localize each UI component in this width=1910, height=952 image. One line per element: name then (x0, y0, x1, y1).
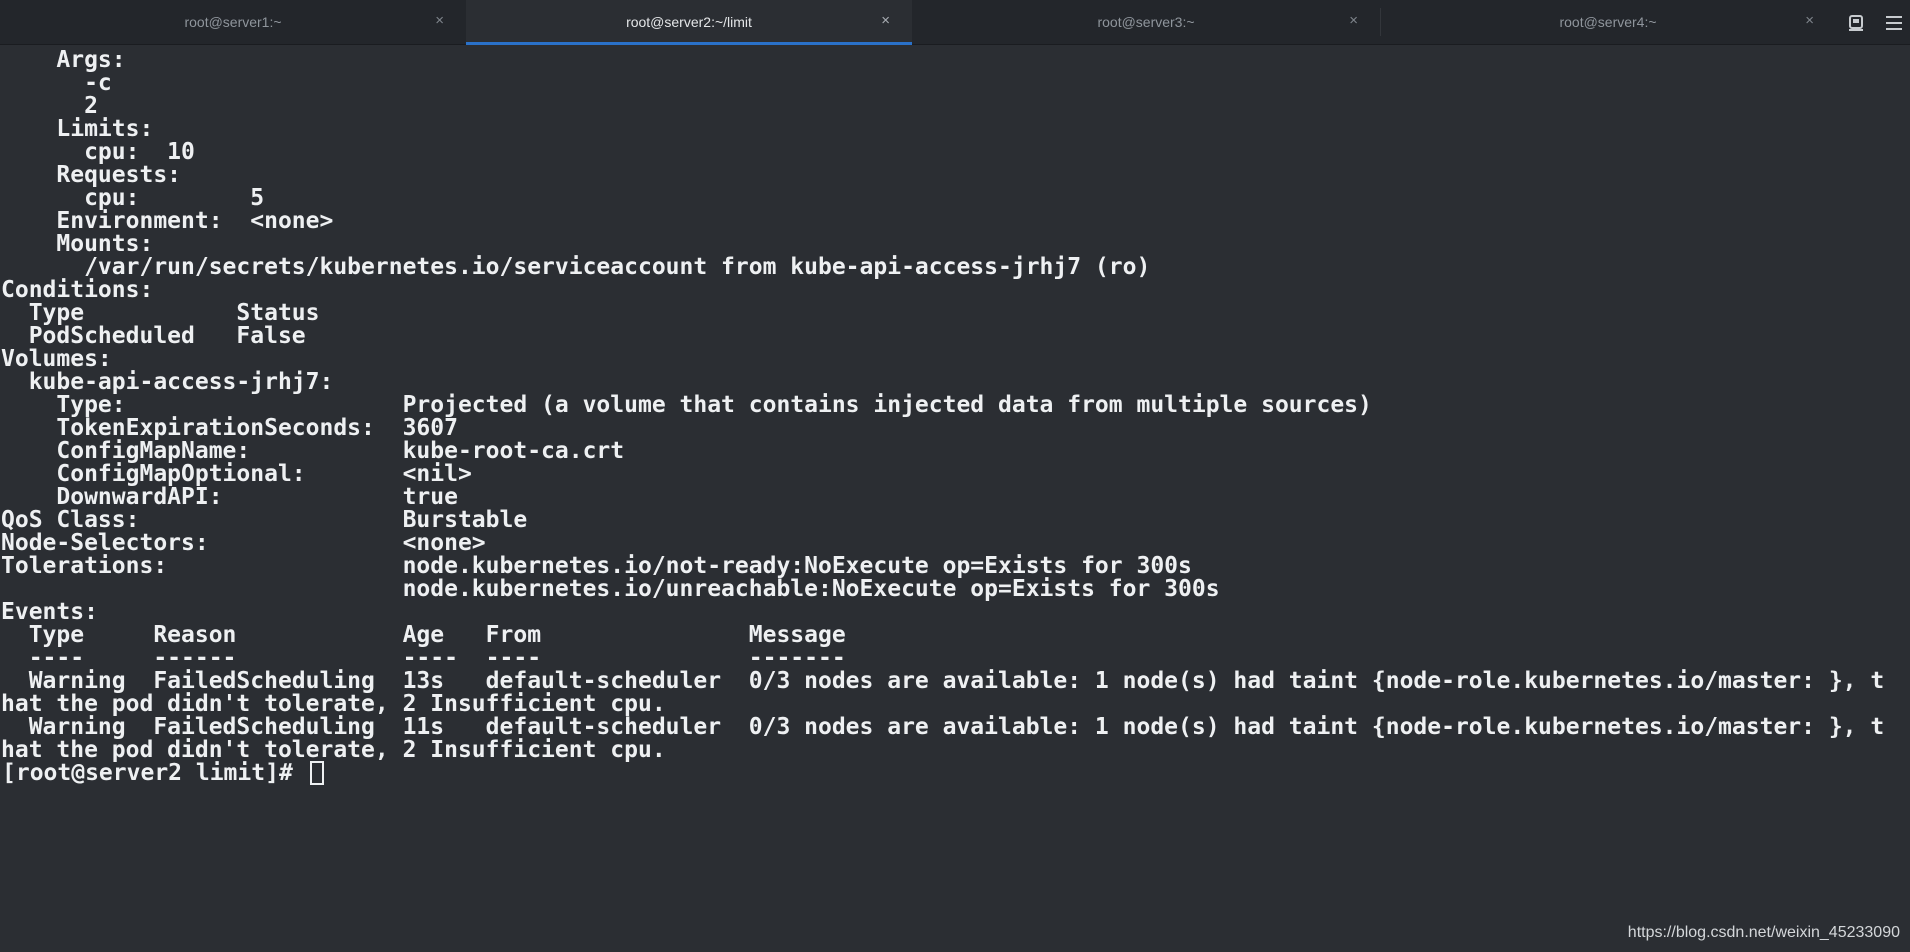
menu-line (1886, 22, 1902, 24)
tab-server1[interactable]: root@server1:~ × (0, 0, 466, 45)
new-tab-icon-glyph (1849, 15, 1863, 31)
tab-server2[interactable]: root@server2:~/limit × (466, 0, 912, 45)
tab-label: root@server3:~ (1097, 14, 1195, 30)
terminal-output[interactable]: Args: -c 2 Limits: cpu: 10 Requests: cpu… (0, 46, 1910, 952)
close-icon[interactable]: × (1349, 12, 1358, 29)
terminal-line: node.kubernetes.io/unreachable:NoExecute… (1, 576, 1220, 602)
text-cursor (310, 761, 324, 785)
tab-label: root@server2:~/limit (626, 14, 752, 30)
tab-server4[interactable]: root@server4:~ × (1380, 0, 1836, 45)
tab-server3[interactable]: root@server3:~ × (912, 0, 1380, 45)
shell-prompt: [root@server2 limit]# (2, 760, 307, 786)
close-icon[interactable]: × (1805, 12, 1814, 29)
tab-bar: root@server1:~ × root@server2:~/limit × … (0, 0, 1910, 45)
watermark: https://blog.csdn.net/weixin_45233090 (1627, 924, 1900, 941)
prompt-line[interactable]: [root@server2 limit]# (1, 759, 401, 787)
terminal-line: /var/run/secrets/kubernetes.io/serviceac… (1, 254, 1151, 280)
new-tab-icon[interactable] (1846, 13, 1868, 33)
tab-label: root@server4:~ (1559, 14, 1657, 30)
menu-line (1886, 16, 1902, 18)
hamburger-menu-icon[interactable] (1884, 13, 1906, 33)
close-icon[interactable]: × (881, 12, 890, 29)
close-icon[interactable]: × (435, 12, 444, 29)
tab-label: root@server1:~ (184, 14, 282, 30)
menu-line (1886, 28, 1902, 30)
